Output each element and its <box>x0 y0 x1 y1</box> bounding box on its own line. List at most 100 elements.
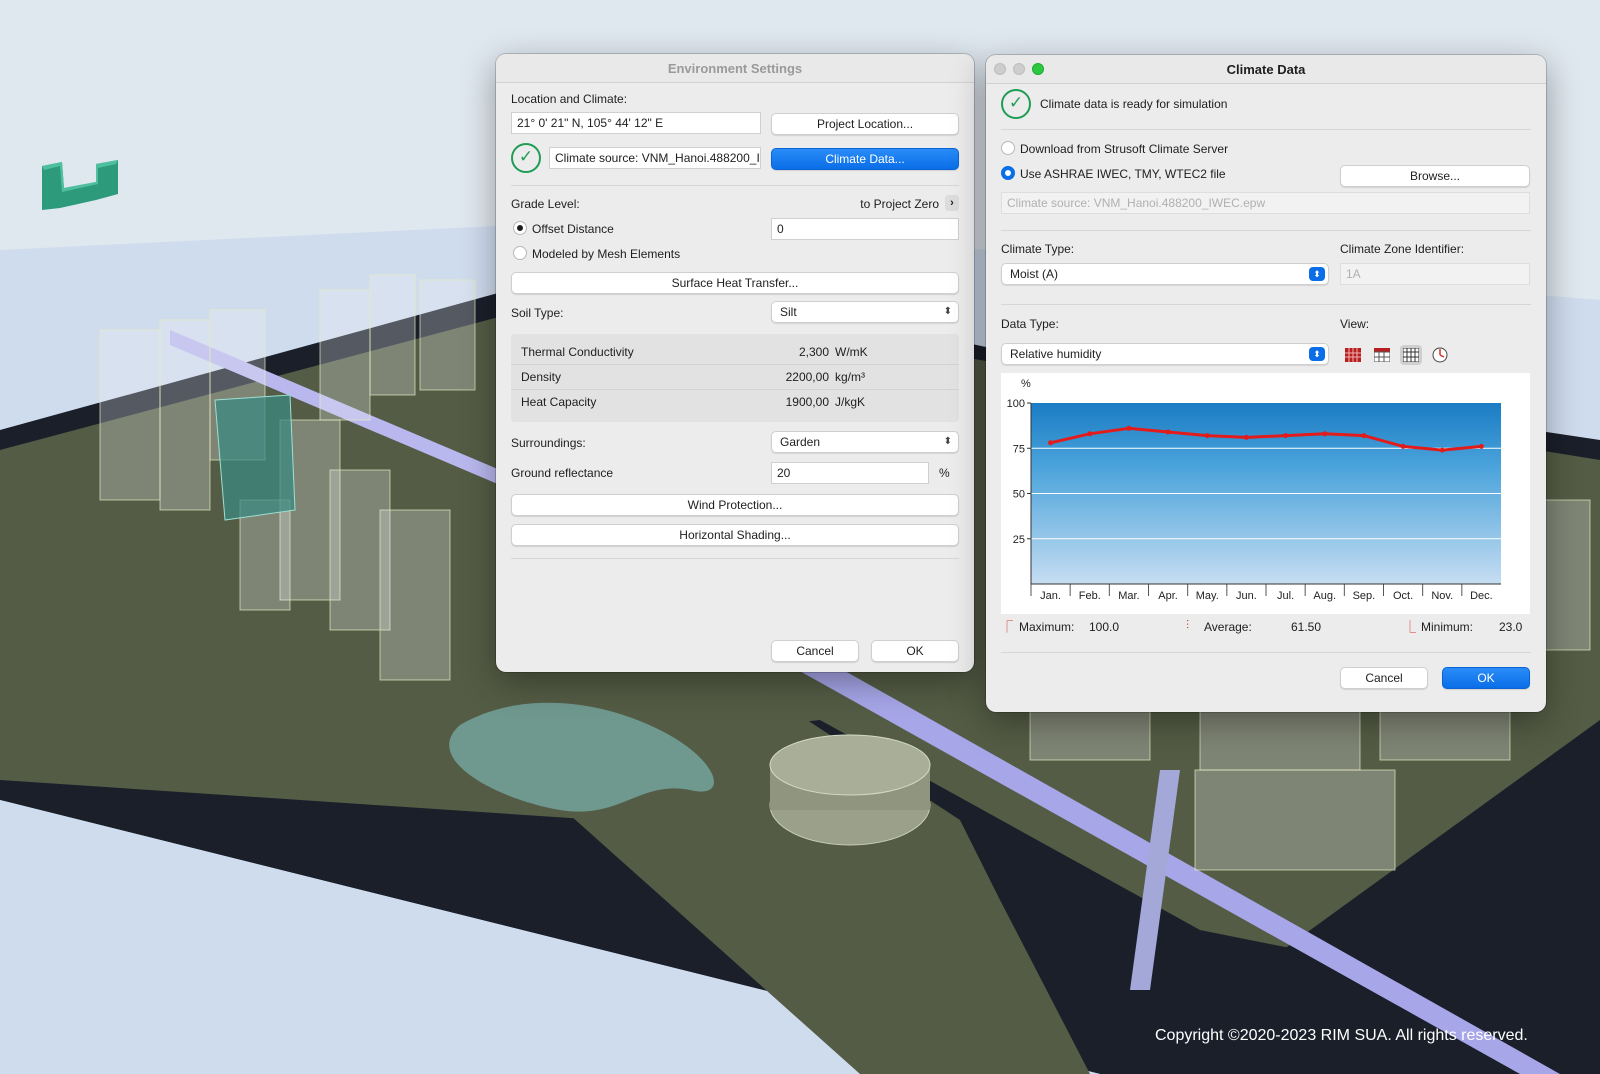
soil-type-select[interactable]: Silt ⬍ <box>771 301 959 323</box>
ready-message: Climate data is ready for simulation <box>1040 97 1228 111</box>
x-tick-label: Dec. <box>1470 590 1493 602</box>
x-tick-label: Sep. <box>1353 590 1376 602</box>
cancel-button[interactable]: Cancel <box>1340 667 1428 689</box>
y-tick-label: 25 <box>1013 534 1025 546</box>
table-grid-view-icon[interactable] <box>1371 345 1393 365</box>
ground-reflectance-input[interactable]: 20 <box>771 462 929 484</box>
window-title: Climate Data <box>1226 62 1306 77</box>
titlebar[interactable]: Environment Settings <box>496 54 974 83</box>
chart-grid-view-icon[interactable] <box>1400 345 1422 365</box>
x-tick-label: Mar. <box>1118 590 1139 602</box>
x-tick-label: Feb. <box>1079 590 1101 602</box>
relative-humidity-chart: 25 50 75 100 Jan. Feb. Mar. Apr. May. Jun. Jul. Au… <box>1001 373 1530 614</box>
x-tick-label: Apr. <box>1158 590 1178 602</box>
climate-source-field: Climate source: VNM_Hanoi.488200_IW <box>549 147 761 169</box>
updown-chevron-icon: ⬍ <box>943 436 952 447</box>
soil-properties-table: Thermal Conductivity 2,300 W/mK Density … <box>511 334 959 422</box>
divider <box>511 558 959 559</box>
property-value: 2200,00 <box>785 370 829 384</box>
soil-type-label: Soil Type: <box>511 306 564 320</box>
property-name: Density <box>521 370 562 384</box>
surroundings-label: Surroundings: <box>511 436 586 450</box>
data-type-value: Relative humidity <box>1010 347 1102 361</box>
average-label: Average: <box>1204 620 1252 634</box>
mesh-elements-radio[interactable] <box>513 246 527 260</box>
property-unit: W/mK <box>835 345 868 359</box>
data-point <box>1204 433 1210 439</box>
browse-button[interactable]: Browse... <box>1340 165 1530 187</box>
download-server-radio[interactable] <box>1001 141 1015 155</box>
maximum-icon: ⎾ <box>1001 620 1014 634</box>
x-tick-label: Jun. <box>1236 590 1257 602</box>
percent-unit-label: % <box>939 466 950 480</box>
x-tick-label: Oct. <box>1393 590 1413 602</box>
coordinates-field[interactable]: 21° 0' 21" N, 105° 44' 12" E <box>511 112 761 134</box>
y-tick-label: 50 <box>1013 489 1025 501</box>
x-tick-label: Jan. <box>1040 590 1061 602</box>
surface-heat-transfer-button[interactable]: Surface Heat Transfer... <box>511 272 959 294</box>
data-point <box>1165 429 1171 435</box>
climate-zone-label: Climate Zone Identifier: <box>1340 242 1465 256</box>
location-label: Location and Climate: <box>511 92 628 106</box>
surroundings-select[interactable]: Garden ⬍ <box>771 431 959 453</box>
minimum-value: 23.0 <box>1499 620 1523 634</box>
table-row: Density 2200,00 kg/m³ <box>511 365 959 390</box>
data-point <box>1322 431 1328 437</box>
environment-settings-window: Environment Settings Location and Climat… <box>496 54 974 672</box>
updown-chevron-icon: ⬍ <box>943 306 952 317</box>
data-type-label: Data Type: <box>1001 317 1059 331</box>
x-tick-label: Aug. <box>1313 590 1336 602</box>
minimum-icon: ⎿ <box>1404 620 1417 634</box>
data-type-select[interactable]: Relative humidity ⬍ <box>1001 343 1329 365</box>
clock-chart-view-icon[interactable] <box>1429 345 1451 365</box>
horizontal-shading-button[interactable]: Horizontal Shading... <box>511 524 959 546</box>
updown-chevron-icon: ⬍ <box>1309 267 1325 281</box>
climate-type-label: Climate Type: <box>1001 242 1075 256</box>
wind-protection-button[interactable]: Wind Protection... <box>511 494 959 516</box>
data-point <box>1361 433 1367 439</box>
y-axis-label: % <box>1021 378 1031 390</box>
climate-type-select[interactable]: Moist (A) ⬍ <box>1001 263 1329 285</box>
offset-distance-radio[interactable] <box>513 221 527 235</box>
maximum-label: Maximum: <box>1019 620 1075 634</box>
table-row: Heat Capacity 1900,00 J/kgK <box>511 390 959 414</box>
x-tick-label: Jul. <box>1277 590 1294 602</box>
use-file-radio[interactable] <box>1001 166 1015 180</box>
data-point <box>1439 447 1445 453</box>
offset-distance-label: Offset Distance <box>532 222 614 236</box>
titlebar[interactable]: Climate Data <box>986 55 1546 84</box>
project-location-button[interactable]: Project Location... <box>771 113 959 135</box>
ok-button[interactable]: OK <box>1442 667 1530 689</box>
soil-type-value: Silt <box>780 305 797 319</box>
data-point <box>1400 443 1406 449</box>
heatmap-view-icon[interactable] <box>1342 345 1364 365</box>
divider <box>1001 304 1531 305</box>
data-point <box>1087 431 1093 437</box>
ready-check-icon: ✓ <box>1001 89 1031 119</box>
climate-zone-field: 1A <box>1340 263 1530 285</box>
surroundings-value: Garden <box>780 435 821 449</box>
climate-data-button[interactable]: Climate Data... <box>771 148 959 170</box>
climate-status-check-icon: ✓ <box>511 143 541 173</box>
view-label: View: <box>1340 317 1370 331</box>
property-value: 1900,00 <box>785 395 829 409</box>
ok-button[interactable]: OK <box>871 640 959 662</box>
property-name: Heat Capacity <box>521 395 597 409</box>
divider <box>1001 230 1531 231</box>
data-point <box>1478 443 1484 449</box>
property-name: Thermal Conductivity <box>521 345 634 359</box>
climate-data-window: Climate Data ✓ Climate data is ready for… <box>986 55 1546 712</box>
offset-distance-input[interactable]: 0 <box>771 218 959 240</box>
cancel-button[interactable]: Cancel <box>771 640 859 662</box>
chevron-right-icon[interactable]: › <box>945 195 959 211</box>
grade-reference-label[interactable]: to Project Zero <box>860 197 939 211</box>
property-unit: kg/m³ <box>835 370 865 384</box>
updown-chevron-icon: ⬍ <box>1309 347 1325 361</box>
average-icon: ⫶ <box>1186 618 1190 632</box>
divider <box>1001 129 1531 130</box>
property-unit: J/kgK <box>835 395 866 409</box>
climate-type-value: Moist (A) <box>1010 267 1058 281</box>
divider <box>1001 652 1531 653</box>
property-value: 2,300 <box>798 345 829 359</box>
maximum-value: 100.0 <box>1089 620 1120 634</box>
